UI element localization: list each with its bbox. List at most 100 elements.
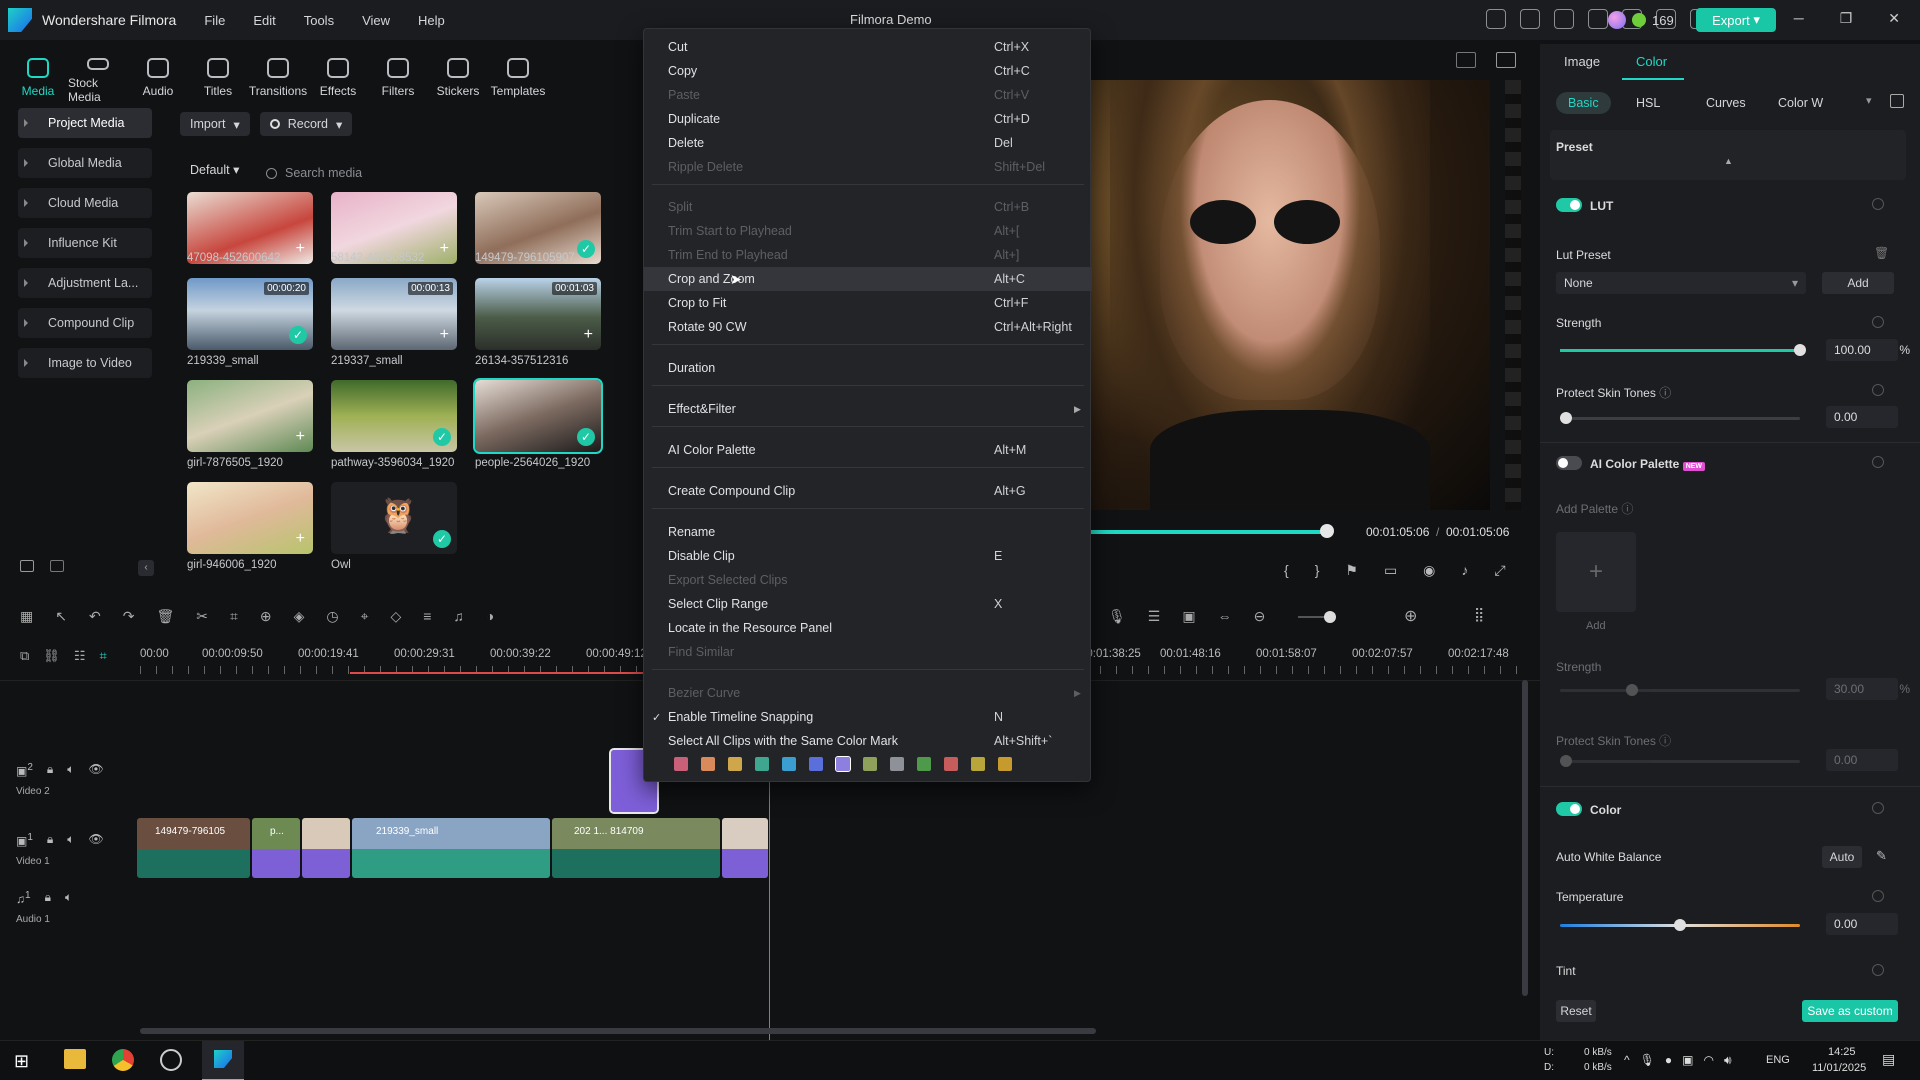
color-mark-swatch[interactable] (835, 756, 851, 772)
track-manager-icon[interactable]: ☷ (74, 648, 86, 664)
sidebar-item-influence-kit[interactable]: Influence Kit (18, 228, 152, 258)
color-mark-swatch[interactable] (863, 757, 877, 771)
folder-icon[interactable] (50, 560, 64, 572)
reset-icon[interactable] (1872, 316, 1884, 328)
color-mark-swatch[interactable] (755, 757, 769, 771)
menu-item-disable-clip[interactable]: Disable Clip E (644, 544, 1092, 568)
slider-knob[interactable] (1626, 684, 1638, 696)
media-thumb[interactable]: 00:00:20 ✓ (187, 278, 313, 350)
color-toggle[interactable] (1556, 802, 1582, 816)
strength-slider[interactable] (1560, 344, 1806, 356)
add-icon[interactable]: + (584, 326, 593, 344)
record-button[interactable]: Record ▾ (259, 112, 353, 136)
layout-icon[interactable]: ▦ (20, 608, 33, 625)
media-thumb[interactable]: + (187, 482, 313, 554)
collapse-icon[interactable]: ▲ (1724, 156, 1733, 166)
add-palette-button[interactable]: + (1556, 532, 1636, 612)
notifications-icon[interactable]: ▤ (1882, 1051, 1895, 1068)
microphone-icon[interactable]: 🎙 (1640, 1053, 1655, 1068)
tab-transitions[interactable]: Transitions (248, 44, 308, 104)
menu-item-crop-and-zoom[interactable]: Crop and Zoom Alt+C ➤ (644, 267, 1092, 291)
zoom-in-icon[interactable]: ⊕ (1404, 606, 1417, 626)
menu-item-ai-color-palette[interactable]: AI Color Palette Alt+M (644, 438, 1092, 462)
temperature-slider[interactable] (1560, 919, 1800, 931)
tab-titles[interactable]: Titles (188, 44, 248, 104)
delete-icon[interactable]: 🗑 (156, 608, 174, 625)
microphone-icon[interactable]: 🎙 (1108, 608, 1126, 625)
reset-icon[interactable] (1872, 456, 1884, 468)
temperature-value[interactable]: 0.00 (1826, 913, 1898, 935)
tab-stock-media[interactable]: Stock Media (68, 44, 128, 104)
media-thumb-selected[interactable]: ✓ (473, 378, 603, 454)
menu-item-cut[interactable]: Cut Ctrl+X (644, 35, 1092, 59)
tray-arrow-icon[interactable]: ^ (1624, 1053, 1630, 1068)
crop-icon[interactable]: ⌗ (230, 608, 238, 625)
menu-item-locate-resource[interactable]: Locate in the Resource Panel (644, 616, 1092, 640)
timeline-clip[interactable]: 202 1... 814709 (552, 818, 720, 878)
add-icon[interactable]: + (296, 428, 305, 446)
menu-item-duration[interactable]: Duration (644, 356, 1092, 380)
save-as-custom-button[interactable]: Save as custom (1802, 1000, 1898, 1022)
playback-progress[interactable] (1090, 530, 1323, 534)
tab-audio[interactable]: Audio (128, 44, 188, 104)
ai-strength-value[interactable]: 30.00% (1826, 678, 1910, 700)
sidebar-item-adjustment-layer[interactable]: Adjustment La... (18, 268, 152, 298)
slider-knob[interactable] (1674, 919, 1686, 931)
timeline-playhead[interactable] (769, 780, 770, 1040)
pip-icon[interactable]: ▣ (1182, 608, 1195, 625)
media-thumb[interactable]: 00:00:13 + (331, 278, 457, 350)
lock-icon[interactable]: 🔒︎ (45, 890, 51, 906)
menu-file[interactable]: File (204, 13, 225, 28)
color-mark-swatch[interactable] (782, 757, 796, 771)
select-tool-icon[interactable]: ↖ (55, 608, 67, 625)
menu-item-enable-snapping[interactable]: ✓ Enable Timeline Snapping N (644, 705, 1092, 729)
zoom-icon[interactable]: ⊕ (260, 608, 272, 625)
fullscreen-icon[interactable]: ⤢ (1494, 562, 1505, 579)
timeline-clip[interactable] (722, 818, 768, 878)
media-thumb[interactable]: 🦉 ✓ (331, 482, 457, 554)
keyframe-icon[interactable]: ◇ (390, 608, 401, 625)
language-indicator[interactable]: ENG (1766, 1054, 1790, 1066)
eyedropper-icon[interactable]: ✎ (1876, 848, 1887, 864)
sidebar-item-image-to-video[interactable]: Image to Video (18, 348, 152, 378)
color-mark-swatch[interactable] (728, 757, 742, 771)
color-mark-swatch[interactable] (917, 757, 931, 771)
color-mark-swatch[interactable] (944, 757, 958, 771)
menu-item-effect-filter[interactable]: Effect&Filter ▶ (644, 397, 1092, 421)
menu-item-rotate[interactable]: Rotate 90 CW Ctrl+Alt+Right (644, 315, 1092, 339)
color-mark-swatch[interactable] (809, 757, 823, 771)
stabilize-icon[interactable]: ⌖ (361, 608, 369, 625)
new-folder-icon[interactable] (20, 560, 34, 572)
fit-icon[interactable]: ⇔ (1218, 608, 1232, 625)
sort-dropdown[interactable]: Default ▾ (190, 162, 239, 177)
media-thumb[interactable]: 00:01:03 + (475, 278, 601, 350)
timeline-horizontal-scrollbar[interactable] (140, 1028, 1096, 1034)
grid-view-icon[interactable] (1456, 52, 1476, 68)
menu-item-select-same-color[interactable]: Select All Clips with the Same Color Mar… (644, 729, 1092, 753)
zoom-slider-knob[interactable] (1324, 611, 1336, 623)
snapshot-icon[interactable]: ◉ (1423, 562, 1435, 579)
timeline-clip[interactable] (302, 818, 350, 878)
reset-lut-icon[interactable] (1872, 198, 1884, 210)
slider-knob[interactable] (1794, 344, 1806, 356)
recorder-icon[interactable] (160, 1049, 182, 1071)
menu-item-duplicate[interactable]: Duplicate Ctrl+D (644, 107, 1092, 131)
eye-icon[interactable]: 👁︎ (89, 762, 104, 778)
subtab-hsl[interactable]: HSL (1624, 92, 1672, 114)
credits-badge[interactable]: 169 (1608, 9, 1692, 31)
reset-icon[interactable] (1872, 384, 1884, 396)
strength-value[interactable]: 100.00% (1826, 339, 1910, 361)
send-icon[interactable] (1486, 9, 1506, 29)
reset-icon[interactable] (1872, 890, 1884, 902)
clock-date[interactable]: 11/01/2025 (1812, 1062, 1866, 1074)
chrome-icon[interactable] (112, 1049, 134, 1071)
search-media-input[interactable]: Search media (266, 162, 646, 184)
lock-icon[interactable]: 🔒︎ (47, 832, 53, 848)
media-thumb[interactable]: + (187, 380, 313, 452)
media-thumb[interactable]: ✓ (331, 380, 457, 452)
sidebar-item-cloud-media[interactable]: Cloud Media (18, 188, 152, 218)
split-icon[interactable]: ✂ (196, 608, 208, 625)
auto-wb-button[interactable]: Auto (1822, 846, 1862, 868)
color-mark-swatch[interactable] (971, 757, 985, 771)
clock-time[interactable]: 14:25 (1828, 1046, 1856, 1058)
